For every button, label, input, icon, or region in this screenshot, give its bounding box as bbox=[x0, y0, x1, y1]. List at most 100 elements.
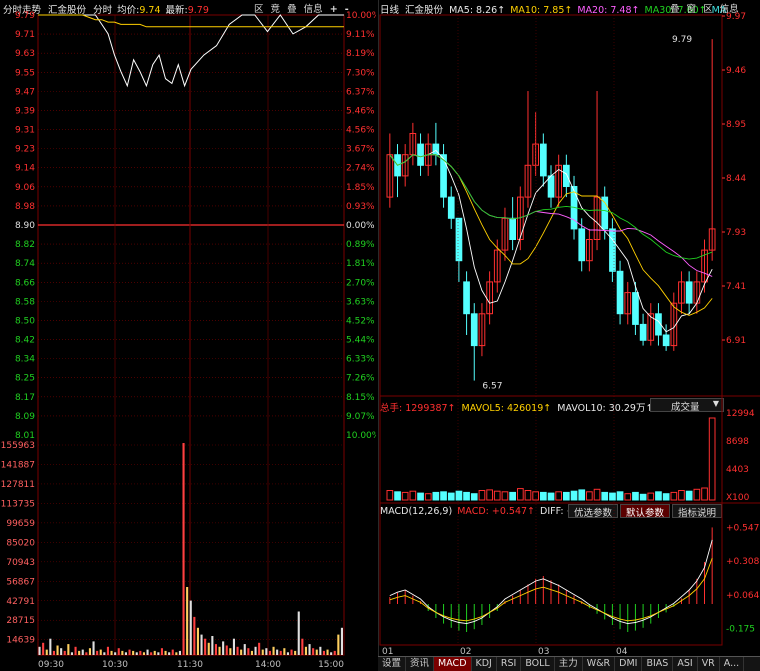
volume-bar bbox=[103, 652, 106, 655]
price-axis-label: 9.23 bbox=[15, 145, 35, 155]
volume-bar bbox=[624, 493, 632, 501]
indicator-tab[interactable]: DMI bbox=[615, 657, 643, 671]
volume-axis-label: 127811 bbox=[1, 480, 35, 490]
candle-body bbox=[463, 281, 470, 315]
indicator-tab[interactable]: 设置 bbox=[378, 657, 407, 671]
volume-bar bbox=[283, 648, 286, 655]
kline-price-label: 7.93 bbox=[726, 228, 746, 238]
indicator-tab[interactable]: ASI bbox=[673, 657, 698, 671]
indicator-tab[interactable]: W&R bbox=[583, 657, 616, 671]
volume-bar bbox=[232, 638, 235, 655]
percent-axis-label: 1.81% bbox=[346, 259, 375, 269]
price-axis-label: 9.06 bbox=[15, 183, 35, 193]
volume-bar bbox=[340, 627, 343, 655]
volume-bar bbox=[647, 492, 655, 501]
candle-body bbox=[447, 196, 455, 219]
percent-axis-label: 5.44% bbox=[346, 336, 375, 346]
intraday-chart[interactable]: 9.79 10.00% 9.71 9.11% 9.63 8.19% 9.55 7.30% 9.4… bbox=[0, 0, 376, 670]
volume-bar bbox=[254, 646, 257, 655]
percent-axis-label: 4.52% bbox=[346, 316, 375, 326]
volume-axis-label: 155963 bbox=[1, 441, 35, 451]
percent-axis-label: 3.67% bbox=[346, 145, 375, 155]
indicator-tab[interactable]: 资讯 bbox=[406, 657, 435, 671]
candle-body bbox=[455, 217, 463, 262]
volume-bar bbox=[337, 634, 340, 655]
volume-bar bbox=[81, 649, 84, 655]
candle-body bbox=[509, 217, 517, 241]
volume-axis-label: 12994 bbox=[726, 409, 755, 419]
volume-bar bbox=[401, 491, 409, 501]
volume-bar bbox=[240, 649, 243, 655]
volume-bar bbox=[175, 652, 178, 655]
volume-bar bbox=[268, 650, 271, 655]
volume-axis-label: 99659 bbox=[6, 519, 35, 529]
candle-body bbox=[632, 292, 639, 325]
price-axis-label: 9.14 bbox=[15, 164, 35, 174]
volume-bar bbox=[139, 650, 142, 655]
indicator-tab[interactable]: BOLL bbox=[521, 657, 555, 671]
indicator-tab[interactable]: 主力 bbox=[555, 657, 583, 671]
volume-bar bbox=[78, 650, 81, 655]
candle-body bbox=[440, 154, 447, 198]
volume-bar bbox=[609, 492, 616, 501]
percent-axis-label: 9.11% bbox=[346, 30, 375, 40]
volume-axis-label: X100 bbox=[726, 493, 750, 503]
candle-body bbox=[616, 270, 624, 315]
volume-bar bbox=[326, 649, 329, 655]
volume-bar bbox=[146, 649, 149, 655]
macd-axis-label: +0.308 bbox=[726, 557, 760, 567]
candle-body bbox=[639, 323, 647, 341]
volume-bar bbox=[121, 650, 124, 655]
volume-bar bbox=[124, 652, 127, 655]
indicator-tab[interactable]: KDJ bbox=[472, 657, 497, 671]
price-line bbox=[38, 14, 344, 88]
volume-bar bbox=[547, 492, 555, 501]
volume-bar bbox=[247, 648, 250, 655]
volume-bar bbox=[409, 490, 417, 501]
macd-axis-label: -0.175 bbox=[726, 625, 755, 635]
volume-bar bbox=[662, 493, 670, 501]
volume-bar bbox=[655, 491, 662, 501]
volume-bar bbox=[110, 650, 113, 655]
intraday-frame bbox=[37, 14, 345, 656]
kline-price-label: 9.97 bbox=[726, 12, 746, 22]
month-label: 01 bbox=[382, 647, 393, 656]
volume-bar bbox=[540, 491, 547, 501]
diff-line bbox=[389, 539, 713, 625]
kline-chart[interactable]: 9.97 9.46 8.95 8.44 7.93 7.41 6.91 9.79 6.57 01 02… bbox=[378, 0, 760, 656]
percent-axis-label: 8.15% bbox=[346, 393, 375, 403]
indicator-tab[interactable]: BIAS bbox=[642, 657, 674, 671]
volume-bar bbox=[708, 417, 716, 501]
volume-bar bbox=[447, 492, 455, 501]
volume-bar bbox=[304, 646, 307, 655]
month-label: 03 bbox=[538, 647, 549, 656]
time-axis-label: 09:30 bbox=[38, 660, 64, 670]
percent-axis-label: 3.63% bbox=[346, 297, 375, 307]
volume-bar bbox=[189, 600, 192, 655]
indicator-tab[interactable]: A... bbox=[720, 657, 745, 671]
price-axis-label: 8.25 bbox=[15, 374, 35, 384]
intraday-panel: 分时走势 汇金股份 分时 均价:9.74 最新:9.79 区 竞 叠 信息 + … bbox=[0, 0, 376, 670]
volume-bar bbox=[601, 491, 609, 501]
price-axis-label: 9.39 bbox=[15, 106, 35, 116]
indicator-tab[interactable]: VR bbox=[698, 657, 720, 671]
volume-bar bbox=[74, 646, 77, 655]
volume-axis-label: 28715 bbox=[6, 616, 35, 626]
volume-bar bbox=[509, 491, 517, 501]
volume-bar bbox=[229, 648, 232, 655]
kline-price-label: 8.95 bbox=[726, 120, 746, 130]
kline-price-label: 7.41 bbox=[726, 282, 746, 292]
indicator-tab[interactable]: MACD bbox=[434, 657, 472, 671]
candle-body bbox=[685, 281, 693, 304]
volume-bar bbox=[470, 493, 478, 501]
volume-bar bbox=[157, 652, 160, 655]
volume-bar bbox=[70, 652, 73, 655]
price-axis-label: 8.74 bbox=[15, 259, 35, 269]
volume-bar bbox=[578, 489, 586, 501]
volume-bar bbox=[555, 491, 563, 501]
indicator-tab[interactable]: RSI bbox=[497, 657, 522, 671]
volume-bar bbox=[106, 646, 109, 655]
volume-axis-label: 14639 bbox=[6, 636, 35, 646]
volume-axis-label: 8698 bbox=[726, 437, 749, 447]
candle-body bbox=[540, 143, 547, 177]
